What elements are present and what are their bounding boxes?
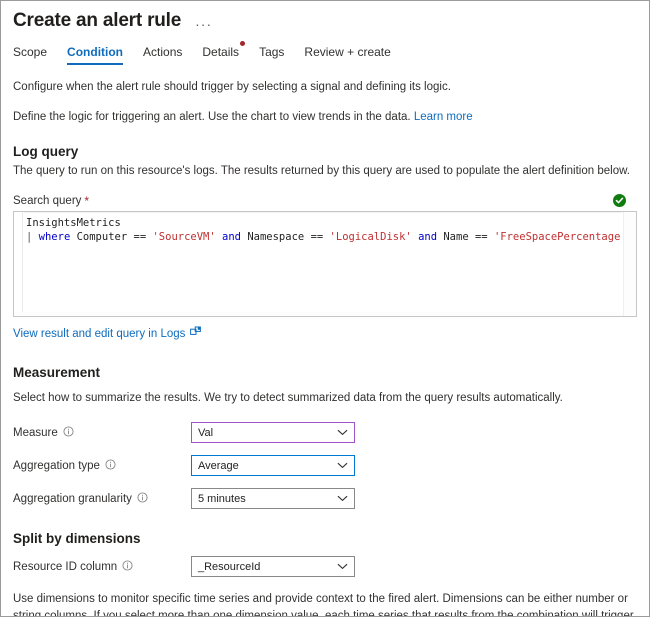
chevron-down-icon [337, 427, 348, 439]
log-query-section: Log query The query to run on this resou… [13, 144, 637, 343]
wizard-tabs: Scope Condition Actions Details Tags Rev… [1, 33, 649, 65]
tab-attention-dot-icon [240, 40, 246, 46]
measurement-description: Select how to summarize the results. We … [13, 391, 563, 404]
info-icon[interactable] [105, 459, 116, 473]
query-editor[interactable]: InsightsMetrics | where Computer == 'Sou… [13, 210, 637, 317]
query-code[interactable]: InsightsMetrics | where Computer == 'Sou… [26, 216, 627, 244]
resource-id-label-group: Resource ID column [13, 560, 191, 574]
query-string-logicaldisk: 'LogicalDisk' [329, 230, 412, 243]
tab-details[interactable]: Details [202, 40, 246, 65]
search-query-label: Search query [13, 194, 82, 207]
query-operator-3: == [474, 230, 488, 243]
log-query-heading: Log query [13, 144, 79, 160]
aggregation-type-row: Aggregation type Average [13, 455, 637, 477]
tab-label: Scope [13, 44, 48, 59]
resource-id-column-row: Resource ID column _ResourceId [13, 556, 637, 578]
intro-line-2-text: Define the logic for triggering an alert… [13, 111, 411, 124]
measure-label-group: Measure [13, 426, 191, 440]
query-line-1: InsightsMetrics [26, 216, 121, 229]
query-column-name: Name [443, 230, 469, 243]
tab-condition[interactable]: Condition [67, 45, 123, 65]
split-by-dimensions-section: Split by dimensions Resource ID column _… [13, 531, 637, 616]
query-operator-2: == [310, 230, 324, 243]
external-link-icon[interactable] [190, 325, 202, 343]
learn-more-link[interactable]: Learn more [414, 111, 473, 123]
measure-value: Val [198, 426, 214, 439]
resource-id-column-value: _ResourceId [198, 560, 261, 573]
page-header: Create an alert rule ··· [1, 1, 649, 33]
aggregation-granularity-row: Aggregation granularity 5 minutes [13, 488, 637, 510]
query-string-sourcevm: 'SourceVM' [152, 230, 216, 243]
intro-line-2: Define the logic for triggering an alert… [13, 109, 637, 126]
intro-line-1: Configure when the alert rule should tri… [13, 80, 451, 93]
query-pipe: | [26, 230, 33, 243]
chevron-down-icon [337, 493, 348, 505]
validation-success-icon [613, 194, 626, 208]
resource-id-column-label: Resource ID column [13, 560, 118, 573]
editor-gutter [14, 211, 23, 316]
aggregation-type-label: Aggregation type [13, 459, 100, 472]
create-alert-rule-page: Create an alert rule ··· Scope Condition… [0, 0, 650, 617]
measure-select[interactable]: Val [191, 422, 355, 444]
tab-label: Details [202, 44, 240, 59]
search-query-label-row: Search query * [13, 194, 637, 208]
log-query-description: The query to run on this resource's logs… [13, 165, 630, 178]
tab-scope[interactable]: Scope [13, 45, 47, 65]
split-by-dimensions-heading: Split by dimensions [13, 531, 141, 547]
measurement-heading: Measurement [13, 364, 101, 380]
tab-label: Review + create [304, 44, 391, 59]
aggregation-granularity-label: Aggregation granularity [13, 492, 132, 505]
query-string-freespacepercentage: 'FreeSpacePercentage' [493, 230, 627, 243]
aggregation-type-label-group: Aggregation type [13, 459, 191, 473]
required-asterisk: * [84, 193, 90, 208]
aggregation-granularity-value: 5 minutes [198, 492, 246, 505]
query-operator-1: == [133, 230, 147, 243]
more-options-button[interactable]: ··· [195, 16, 212, 32]
tab-actions[interactable]: Actions [143, 45, 182, 65]
tab-tags[interactable]: Tags [259, 45, 284, 65]
resource-id-column-select[interactable]: _ResourceId [191, 556, 355, 578]
tab-label: Condition [67, 44, 124, 59]
tab-review-create[interactable]: Review + create [304, 45, 390, 65]
tab-label: Actions [143, 44, 183, 59]
view-result-in-logs-link[interactable]: View result and edit query in Logs [13, 328, 185, 340]
measure-label: Measure [13, 426, 58, 439]
query-keyword-and-2: and [418, 230, 438, 243]
view-result-row: View result and edit query in Logs [13, 325, 637, 343]
query-keyword-and-1: and [222, 230, 241, 243]
chevron-down-icon [337, 561, 348, 573]
editor-top-rule [24, 211, 622, 213]
info-icon[interactable] [122, 560, 133, 574]
aggregation-granularity-select[interactable]: 5 minutes [191, 488, 355, 510]
aggregation-granularity-label-group: Aggregation granularity [13, 492, 191, 506]
measure-row: Measure Val [13, 422, 637, 444]
dimensions-note: Use dimensions to monitor specific time … [13, 591, 637, 616]
info-icon[interactable] [137, 492, 148, 506]
editor-vertical-scrollbar[interactable] [623, 211, 636, 316]
chevron-down-icon [337, 460, 348, 472]
measurement-section: Measurement Select how to summarize the … [13, 365, 637, 510]
page-title: Create an alert rule [13, 10, 182, 31]
tab-label: Tags [259, 44, 285, 59]
aggregation-type-value: Average [198, 459, 239, 472]
editor-horizontal-scrollbar[interactable] [14, 311, 623, 316]
query-column-namespace: Namespace [247, 230, 305, 243]
query-column-computer: Computer [76, 230, 128, 243]
query-keyword-where: where [38, 230, 71, 243]
aggregation-type-select[interactable]: Average [191, 455, 355, 477]
info-icon[interactable] [63, 426, 74, 440]
